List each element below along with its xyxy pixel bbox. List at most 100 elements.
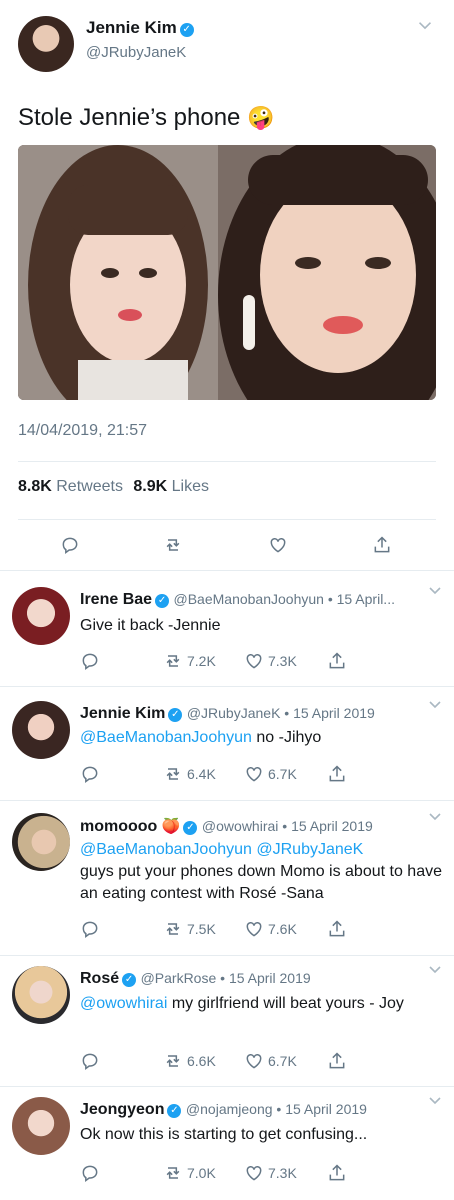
chevron-down-icon[interactable] — [428, 1093, 442, 1107]
like-button[interactable] — [268, 535, 288, 555]
reply-button[interactable] — [80, 1163, 100, 1183]
like-button[interactable]: 6.7K — [244, 764, 297, 784]
retweet-count: 6.6K — [187, 1053, 216, 1069]
likes-count[interactable]: 8.9K — [133, 478, 167, 495]
chevron-down-icon[interactable] — [428, 809, 442, 823]
like-button[interactable]: 7.6K — [244, 919, 297, 939]
like-count: 7.3K — [268, 653, 297, 669]
heart-icon — [246, 653, 262, 669]
retweets-count[interactable]: 8.8K — [18, 478, 52, 495]
like-count: 7.3K — [268, 1165, 297, 1181]
reply-author-name[interactable]: Jeongyeon — [80, 1101, 164, 1118]
reply-avatar[interactable] — [12, 813, 70, 871]
retweet-button[interactable]: 7.0K — [163, 1163, 216, 1183]
share-button[interactable] — [327, 1051, 347, 1071]
main-tweet-text: Stole Jennie’s phone 🤪 — [18, 104, 274, 132]
reply-button[interactable] — [80, 1051, 100, 1071]
chevron-down-icon[interactable] — [428, 962, 442, 976]
retweet-button[interactable] — [163, 535, 183, 555]
reply-text-content: my girlfriend will beat yours - Joy — [167, 995, 404, 1012]
share-button[interactable] — [327, 764, 347, 784]
share-button[interactable] — [372, 535, 392, 555]
mention-link[interactable]: @owowhirai — [80, 995, 167, 1012]
main-tweet-author-name[interactable]: Jennie Kim — [86, 18, 177, 37]
retweet-button[interactable]: 7.5K — [163, 919, 216, 939]
retweet-icon — [166, 539, 180, 551]
zany-face-emoji: 🤪 — [247, 105, 275, 130]
reply-tweet[interactable]: Irene Bae ✓ @BaeManobanJoohyun • 15 April… — [0, 571, 454, 686]
reply-author-name[interactable]: Rosé — [80, 970, 119, 987]
mention-link[interactable]: @BaeManobanJoohyun — [80, 729, 252, 746]
retweet-button[interactable]: 7.2K — [163, 651, 216, 671]
verified-badge-icon: ✓ — [155, 594, 170, 608]
share-icon — [329, 920, 345, 937]
tweet-timestamp[interactable]: 14/04/2019, 21:57 — [18, 422, 147, 440]
reply-handle[interactable]: @ParkRose • 15 April 2019 — [141, 970, 311, 986]
share-icon — [329, 1164, 345, 1181]
reply-tweet[interactable]: Jennie Kim ✓ @JRubyJaneK • 15 April 2019 … — [0, 687, 454, 800]
main-tweet-author[interactable]: Jennie Kim ✓ — [86, 18, 194, 38]
chevron-down-icon[interactable] — [418, 18, 436, 36]
share-button[interactable] — [327, 1163, 347, 1183]
likes-label[interactable]: Likes — [172, 478, 209, 495]
retweet-icon — [166, 655, 180, 667]
retweets-label[interactable]: Retweets — [56, 478, 123, 495]
reply-avatar[interactable] — [12, 587, 70, 645]
mention-link[interactable]: @BaeManobanJoohyun @JRubyJaneK — [80, 841, 363, 858]
reply-handle[interactable]: @BaeManobanJoohyun • 15 April... — [174, 591, 395, 607]
verified-badge-icon: ✓ — [183, 821, 198, 835]
reply-icon — [82, 921, 98, 938]
reply-text: Ok now this is starting to get confusing… — [80, 1126, 368, 1143]
share-icon — [329, 652, 345, 669]
verified-badge-icon: ✓ — [167, 1104, 182, 1118]
retweet-button[interactable]: 6.4K — [163, 764, 216, 784]
reply-button[interactable] — [80, 919, 100, 939]
reply-icon — [82, 1053, 98, 1070]
share-button[interactable] — [327, 651, 347, 671]
reply-tweet[interactable]: momoooo 🍑 ✓ @owowhirai • 15 April 2019 @B… — [0, 801, 454, 955]
reply-author-name[interactable]: Jennie Kim — [80, 705, 165, 722]
chevron-down-icon[interactable] — [428, 697, 442, 711]
heart-icon — [246, 766, 262, 782]
retweet-button[interactable]: 6.6K — [163, 1051, 216, 1071]
heart-icon — [246, 1053, 262, 1069]
reply-text-content: no -Jihyo — [251, 729, 322, 746]
like-count: 7.6K — [268, 921, 297, 937]
main-tweet-avatar[interactable] — [18, 16, 74, 72]
reply-avatar[interactable] — [12, 701, 70, 759]
reply-icon — [82, 653, 98, 670]
engagement-stats: 8.8K Retweets 8.9K Likes — [18, 478, 209, 496]
chevron-down-icon[interactable] — [428, 583, 442, 597]
like-button[interactable]: 7.3K — [244, 1163, 297, 1183]
reply-button[interactable] — [80, 764, 100, 784]
main-tweet-handle[interactable]: @JRubyJaneK — [86, 44, 186, 61]
main-tweet-photo[interactable] — [18, 145, 436, 400]
share-icon — [329, 765, 345, 782]
reply-handle[interactable]: @nojamjeong • 15 April 2019 — [186, 1101, 367, 1117]
like-count: 6.7K — [268, 1053, 297, 1069]
divider — [18, 461, 436, 462]
retweet-count: 7.0K — [187, 1165, 216, 1181]
reply-handle[interactable]: @JRubyJaneK • 15 April 2019 — [187, 705, 375, 721]
retweet-count: 7.2K — [187, 653, 216, 669]
retweet-icon — [166, 1055, 180, 1067]
reply-handle[interactable]: @owowhirai • 15 April 2019 — [202, 818, 373, 834]
reply-button[interactable] — [80, 651, 100, 671]
reply-avatar[interactable] — [12, 1097, 70, 1155]
reply-button[interactable] — [60, 535, 80, 555]
reply-tweet[interactable]: Rosé ✓ @ParkRose • 15 April 2019 @owowhir… — [0, 956, 454, 1086]
reply-icon — [62, 537, 78, 554]
reply-author-name[interactable]: Irene Bae — [80, 591, 152, 608]
reply-header: momoooo 🍑 ✓ @owowhirai • 15 April 2019 — [80, 817, 373, 836]
divider — [18, 519, 436, 520]
share-button[interactable] — [327, 919, 347, 939]
verified-badge-icon: ✓ — [122, 973, 137, 987]
retweet-count: 7.5K — [187, 921, 216, 937]
retweet-count: 6.4K — [187, 766, 216, 782]
reply-avatar[interactable] — [12, 966, 70, 1024]
like-button[interactable]: 7.3K — [244, 651, 297, 671]
verified-badge-icon: ✓ — [179, 23, 194, 37]
like-button[interactable]: 6.7K — [244, 1051, 297, 1071]
reply-author-name[interactable]: momoooo — [80, 818, 157, 835]
reply-tweet[interactable]: Jeongyeon ✓ @nojamjeong • 15 April 2019 O… — [0, 1087, 454, 1200]
